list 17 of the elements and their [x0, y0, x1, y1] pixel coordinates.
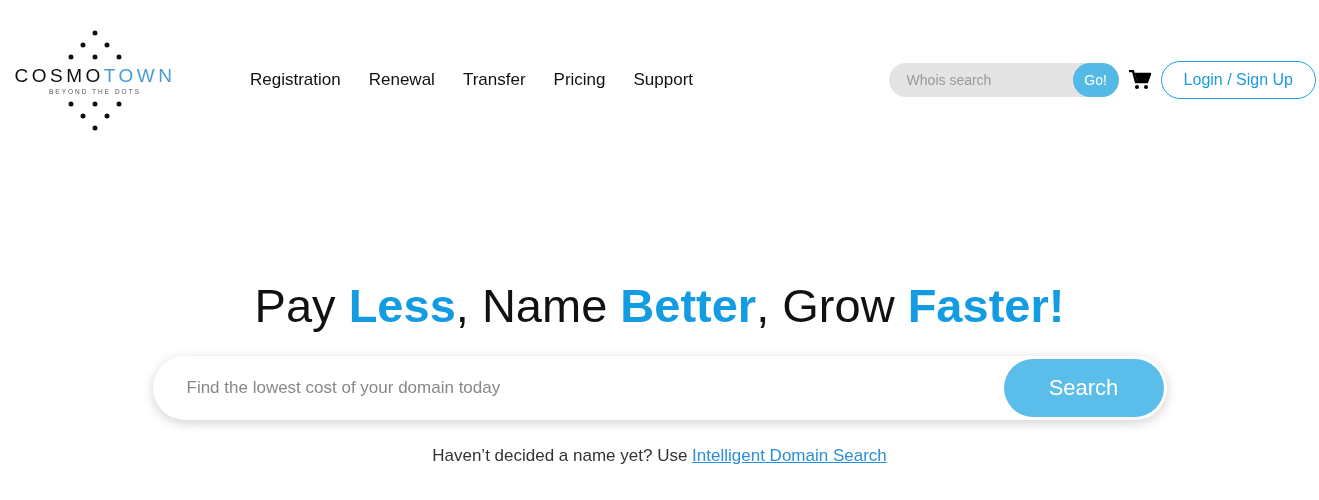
go-button[interactable]: Go!	[1072, 63, 1119, 97]
nav-link[interactable]: Pricing	[553, 70, 606, 90]
nav-link[interactable]: Renewal	[368, 70, 435, 90]
intelligent-search-link[interactable]: Intelligent Domain Search	[692, 446, 887, 465]
login-button[interactable]: Login / Sign Up	[1160, 61, 1316, 99]
dots-icon	[68, 29, 122, 60]
nav-link[interactable]: Support	[633, 70, 694, 90]
whois-search-field[interactable]: Whois search Go!	[888, 63, 1119, 97]
search-button[interactable]: Search	[1003, 359, 1164, 417]
logo-text: COSMO TOWN	[14, 65, 176, 85]
hint-text: Haven’t decided a name yet? Use	[432, 446, 688, 465]
domain-search-field[interactable]: Find the lowest cost of your domain today Search	[152, 356, 1167, 420]
headline: Pay Less, Name Better, Grow Faster!	[254, 278, 1065, 334]
dots-icon	[68, 100, 122, 131]
cart-icon[interactable]	[1128, 70, 1151, 90]
nav-link[interactable]: Registration	[250, 70, 341, 90]
nav-link[interactable]: Transfer	[462, 70, 526, 90]
